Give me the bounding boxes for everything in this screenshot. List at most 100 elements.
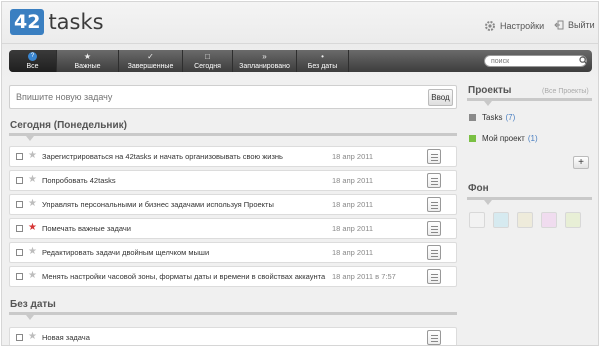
star-icon[interactable]: ★ [28,198,37,210]
task-text: Редактировать задачи двойным щелчком мыш… [42,248,210,257]
star-icon: ★ [83,52,92,61]
task-text: Зарегистрироваться на 42tasks и начать о… [42,152,283,161]
projects-title: Проекты [468,85,512,96]
task-row[interactable]: ★ Менять настройки часовой зоны, форматы… [9,266,457,287]
star-icon[interactable]: ★ [28,331,37,343]
logout-link[interactable]: Выйти [554,20,595,30]
search-icon[interactable] [579,56,588,65]
section-title-today: Сегодня (Понедельник) [10,120,127,131]
star-icon[interactable]: ★ [28,150,37,162]
square-icon: □ [205,52,210,61]
new-task-input[interactable] [16,92,396,102]
add-project-button[interactable]: + [573,156,589,169]
project-color-swatch [469,114,476,121]
star-icon[interactable]: ★ [28,270,37,282]
project-count: (7) [505,113,516,122]
task-text: Менять настройки часовой зоны, форматы д… [42,272,326,281]
tab-completed[interactable]: ✓ Завершенные [119,50,183,72]
app-logo[interactable]: 42 tasks [10,9,104,35]
task-text: Новая задача [42,333,90,342]
task-row[interactable]: ★ Попробовать 42tasks 18 апр 2011 [9,170,457,191]
divider-notch [484,101,492,106]
star-icon[interactable]: ★ [28,174,37,186]
background-swatch-gray[interactable] [469,212,485,228]
info-icon: ? [28,52,37,61]
tab-label: Без даты [307,63,338,70]
task-date: 18 апр 2011 [332,224,374,233]
note-icon[interactable] [427,245,441,260]
background-swatch-blue[interactable] [493,212,509,228]
task-date: 18 апр 2011 [332,176,374,185]
divider-notch [484,200,492,205]
task-checkbox[interactable] [16,201,23,208]
submit-task-button[interactable]: Ввод [428,89,453,106]
background-swatch-beige[interactable] [517,212,533,228]
logout-label: Выйти [568,20,595,30]
background-swatch-green[interactable] [565,212,581,228]
task-checkbox[interactable] [16,273,23,280]
gear-icon [485,21,495,31]
note-icon[interactable] [427,173,441,188]
project-item[interactable]: Tasks (7) [469,113,515,122]
project-color-swatch [469,135,476,142]
star-icon[interactable]: ★ [28,222,37,234]
note-icon[interactable] [427,149,441,164]
all-projects-link[interactable]: (Все Проекты) [542,88,589,95]
tab-label: Сегодня [194,63,221,70]
task-date: 18 апр 2011 [332,152,374,161]
background-title: Фон [468,183,489,194]
dot-icon: • [321,52,324,61]
project-name: Мой проект [482,134,525,143]
new-task-bar: Ввод [9,85,457,109]
settings-label: Настройки [500,21,545,31]
task-row[interactable]: ★ Управлять персональными и бизнес задач… [9,194,457,215]
tab-today[interactable]: □ Сегодня [183,50,233,72]
task-checkbox[interactable] [16,225,23,232]
project-count: (1) [527,134,538,143]
task-date: 18 апр 2011 [332,200,374,209]
tab-label: Завершенные [127,63,174,70]
tab-important[interactable]: ★ Важные [57,50,119,72]
double-chevron-icon: » [262,52,267,61]
note-icon[interactable] [427,197,441,212]
section-divider [9,133,457,136]
note-icon[interactable] [427,221,441,236]
logout-icon [554,20,564,30]
tab-all[interactable]: ? Все [9,50,57,72]
task-checkbox[interactable] [16,177,23,184]
logo-text: tasks [48,10,104,34]
task-date: 18 апр 2011 в 7:57 [332,272,396,281]
app-frame: 42 tasks Настройки Выйти ? Все ★ Важные … [1,1,599,346]
task-row[interactable]: ★ Зарегистрироваться на 42tasks и начать… [9,146,457,167]
task-row[interactable]: ★ Помечать важные задачи 18 апр 2011 [9,218,457,239]
tab-no-date[interactable]: • Без даты [297,50,349,72]
settings-link[interactable]: Настройки [484,20,544,32]
section-title-no-date: Без даты [10,299,56,310]
task-text: Управлять персональными и бизнес задачам… [42,200,274,209]
task-checkbox[interactable] [16,249,23,256]
background-swatch-pink[interactable] [541,212,557,228]
task-checkbox[interactable] [16,334,23,341]
star-icon[interactable]: ★ [28,246,37,258]
divider-notch [26,136,34,141]
header-divider [2,43,598,44]
divider-notch [26,315,34,320]
task-row[interactable]: ★ Редактировать задачи двойным щелчком м… [9,242,457,263]
task-row[interactable]: ★ Новая задача [9,327,457,345]
check-icon: ✓ [147,52,154,61]
note-icon[interactable] [427,330,441,345]
tab-label: Запланировано [239,63,290,70]
logo-number: 42 [10,9,45,35]
task-checkbox[interactable] [16,153,23,160]
section-divider [9,312,457,315]
search-input[interactable] [484,55,587,67]
task-text: Помечать важные задачи [42,224,131,233]
task-text: Попробовать 42tasks [42,176,116,185]
tab-scheduled[interactable]: » Запланировано [233,50,297,72]
filter-toolbar: ? Все ★ Важные ✓ Завершенные □ Сегодня »… [9,50,592,72]
tab-label: Все [26,63,39,70]
project-item[interactable]: Мой проект (1) [469,134,538,143]
note-icon[interactable] [427,269,441,284]
task-date: 18 апр 2011 [332,248,374,257]
project-name: Tasks [482,113,503,122]
